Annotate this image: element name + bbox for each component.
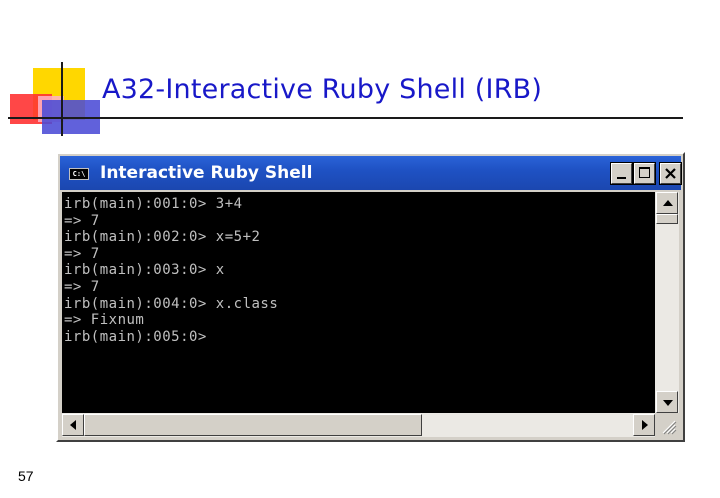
arrow-up-icon xyxy=(663,200,673,206)
console-icon[interactable]: C:\ xyxy=(69,168,89,180)
arrow-right-icon xyxy=(642,420,648,430)
slide-title: A32-Interactive Ruby Shell (IRB) xyxy=(102,74,543,105)
close-icon xyxy=(665,168,676,179)
scroll-left-button[interactable] xyxy=(62,414,84,436)
console-line: irb(main):002:0> x=5+2 xyxy=(64,229,261,246)
window-titlebar[interactable]: C:\ Interactive Ruby Shell xyxy=(60,156,682,190)
close-button[interactable] xyxy=(659,162,682,185)
window-title: Interactive Ruby Shell xyxy=(100,163,313,183)
minimize-button[interactable] xyxy=(610,162,633,185)
console-line: => 7 xyxy=(64,245,100,262)
console-line: => 7 xyxy=(64,278,100,295)
maximize-button[interactable] xyxy=(633,162,656,185)
horizontal-scrollbar[interactable] xyxy=(62,413,655,437)
console-line: => Fixnum xyxy=(64,312,145,329)
resize-grip[interactable] xyxy=(655,413,679,437)
arrow-down-icon xyxy=(663,400,673,406)
scroll-right-button[interactable] xyxy=(633,414,655,436)
console-line: irb(main):001:0> 3+4 xyxy=(64,196,243,212)
decor-vertical-line xyxy=(61,62,63,136)
title-divider-line xyxy=(8,117,683,119)
arrow-left-icon xyxy=(70,420,76,430)
slide-number: 57 xyxy=(18,468,34,484)
console-prompt[interactable]: irb(main):005:0> xyxy=(64,329,655,346)
scroll-down-button[interactable] xyxy=(656,391,678,413)
horizontal-scroll-thumb[interactable] xyxy=(84,414,422,436)
console-line: => 7 xyxy=(64,212,100,229)
console-window: C:\ Interactive Ruby Shell irb(main):001… xyxy=(56,152,685,442)
console-line: irb(main):003:0> x xyxy=(64,262,225,279)
console-output[interactable]: irb(main):001:0> 3+4 => 7 irb(main):002:… xyxy=(62,192,655,413)
vertical-scrollbar[interactable] xyxy=(655,192,679,413)
vertical-scroll-thumb[interactable] xyxy=(656,214,678,224)
console-line: irb(main):004:0> x.class xyxy=(64,295,279,312)
console-lines: irb(main):001:0> 3+4 => 7 irb(main):002:… xyxy=(62,192,655,345)
resize-grip-icon xyxy=(662,420,677,435)
scroll-up-button[interactable] xyxy=(656,192,678,214)
